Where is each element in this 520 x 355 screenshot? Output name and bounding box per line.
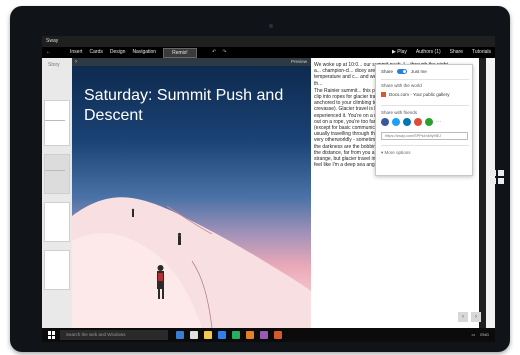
divider [45, 170, 65, 171]
nav-buttons: ‹ › [458, 312, 481, 322]
story-panel: Story [42, 58, 72, 328]
linkedin-icon[interactable] [403, 118, 411, 126]
language-indicator[interactable]: ENG [480, 328, 489, 342]
ribbon-menu: Insert Cards Design Navigation Remix! [70, 47, 197, 58]
remix-button[interactable]: Remix! [163, 48, 197, 58]
menu-insert[interactable]: Insert [70, 47, 83, 58]
prev-button[interactable]: ‹ [458, 312, 468, 322]
preview-button[interactable]: Preview [291, 58, 307, 66]
share-flyout: Share Just me Share with the world Docs.… [375, 64, 473, 176]
twitter-icon[interactable] [392, 118, 400, 126]
story-label: Story [48, 62, 60, 68]
share-world-heading: Share with the world [381, 83, 422, 88]
toggle-label: Just me [411, 69, 427, 74]
back-button[interactable]: ← [46, 47, 51, 58]
windows-logo-icon [490, 170, 504, 184]
more-options-link[interactable]: ▾ More options [381, 150, 411, 156]
docs-label: Docs.com - Your public gallery [389, 92, 450, 97]
ribbon: ← Insert Cards Design Navigation Remix! … [42, 47, 495, 58]
taskbar-apps [176, 331, 282, 339]
app-icon[interactable] [260, 331, 268, 339]
docs-share-option[interactable]: Docs.com - Your public gallery [381, 92, 450, 97]
undo-redo-group: ↶ ↷ [212, 47, 226, 58]
divider [45, 120, 65, 121]
taskbar: Search the web and Windows ▭ ENG [42, 328, 495, 342]
task-view-icon[interactable] [176, 331, 184, 339]
visibility-toggle[interactable] [397, 69, 408, 74]
sway-app-icon[interactable] [274, 331, 282, 339]
undo-icon[interactable]: ↶ [212, 47, 216, 58]
divider [381, 105, 469, 106]
authors-button[interactable]: Authors (1) [416, 47, 441, 58]
app-icon[interactable] [232, 331, 240, 339]
menu-navigation[interactable]: Navigation [132, 47, 156, 58]
redo-icon[interactable]: ↷ [222, 47, 226, 58]
system-tray: ▭ ENG [472, 328, 489, 342]
menu-cards[interactable]: Cards [90, 47, 103, 58]
share-friends-heading: Share with friends [381, 110, 418, 115]
googleplus-icon[interactable] [414, 118, 422, 126]
social-icons: ··· [381, 118, 441, 126]
more-options-label: More options [384, 150, 411, 155]
explorer-icon[interactable] [204, 331, 212, 339]
docs-icon [381, 92, 386, 97]
facebook-icon[interactable] [381, 118, 389, 126]
story-card[interactable] [44, 100, 70, 146]
story-card-selected[interactable] [44, 154, 70, 194]
divider [381, 145, 469, 146]
start-button[interactable] [48, 331, 56, 339]
edge-icon[interactable] [190, 331, 198, 339]
share-link-field[interactable]: https://sway.com/SPPs4nk9y9lEJ [381, 132, 468, 140]
taskbar-search[interactable]: Search the web and Windows [60, 330, 168, 340]
play-button[interactable]: ▶ Play [392, 47, 407, 58]
app-title: Sway [46, 38, 59, 44]
notification-icon[interactable]: ▭ [472, 328, 476, 342]
tablet-device: Sway ← Insert Cards Design Navigation Re… [10, 6, 510, 352]
hero-title: Saturday: Summit Push and Descent [84, 87, 284, 124]
ribbon-right: ▶ Play Authors (1) Share Tutorials [392, 47, 491, 58]
scrollbar[interactable] [486, 58, 495, 328]
expand-arrow-icon[interactable]: › [75, 58, 77, 66]
menu-design[interactable]: Design [110, 47, 126, 58]
share-flyout-label: Share [381, 69, 394, 74]
email-share-icon[interactable] [425, 118, 433, 126]
tutorials-button[interactable]: Tutorials [472, 47, 491, 58]
story-card[interactable] [44, 202, 70, 242]
camera-icon [269, 24, 273, 28]
app-icon[interactable] [246, 331, 254, 339]
story-header: › Preview [72, 58, 311, 66]
app-titlebar: Sway [42, 36, 495, 47]
story-card[interactable] [44, 250, 70, 290]
next-button[interactable]: › [471, 312, 481, 322]
screen: Sway ← Insert Cards Design Navigation Re… [42, 36, 495, 342]
store-icon[interactable] [218, 331, 226, 339]
more-icon[interactable]: ··· [436, 119, 441, 125]
hero-image: Saturday: Summit Push and Descent [72, 66, 311, 328]
divider [381, 79, 469, 80]
share-button[interactable]: Share [450, 47, 463, 58]
